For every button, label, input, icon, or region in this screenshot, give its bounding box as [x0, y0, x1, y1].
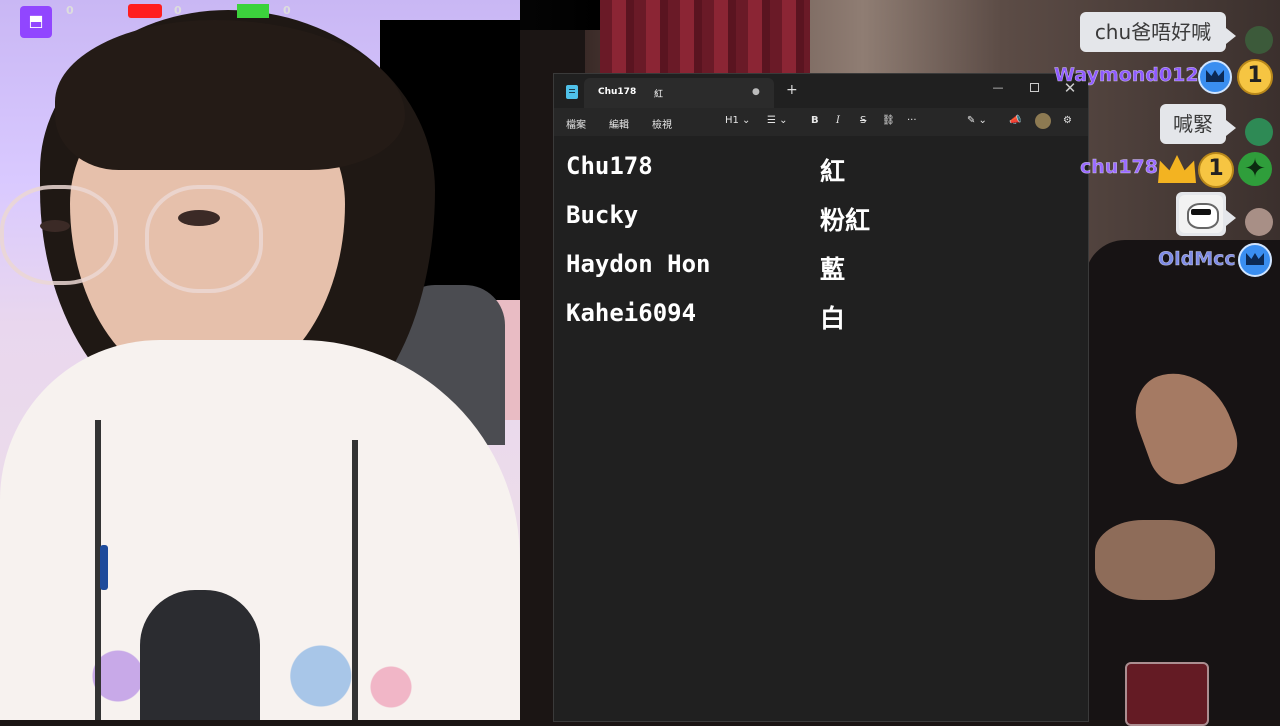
new-tab-button[interactable]: + [786, 83, 798, 97]
youtube-viewer-count: 0 [174, 4, 182, 17]
streamer-eye-right [178, 210, 220, 226]
tab-chu178[interactable]: Chu178 紅 ● [584, 78, 774, 108]
tab-label-secondary: 紅 [654, 90, 664, 100]
link-icon[interactable]: ⛓ [882, 115, 895, 126]
streamer-bangs [55, 20, 405, 170]
avatar [1245, 208, 1273, 236]
heading-dropdown[interactable]: H1 ⌄ [725, 115, 750, 126]
crown-badge-icon [1198, 60, 1232, 94]
menu-bar: 檔案 編輯 檢視 H1 ⌄ ☰ ⌄ B I S ⛓ ··· ✎ ⌄ 📣 ⚙ [554, 108, 1088, 136]
chat-username: chu178 [1080, 156, 1158, 179]
list-item: Chu178 紅 [566, 152, 1076, 192]
profile-avatar[interactable] [1035, 113, 1051, 129]
bubble-tail [1226, 28, 1236, 44]
menu-edit[interactable]: 編輯 [609, 116, 629, 131]
avatar [1245, 118, 1273, 146]
menu-file[interactable]: 檔案 [566, 116, 586, 131]
curtain [600, 0, 810, 75]
twitch-icon: ⬒ [20, 6, 52, 38]
youtube-icon [128, 4, 162, 18]
player-color: 紅 [820, 157, 846, 186]
chat-message-text: chu爸唔好喊 [1094, 20, 1212, 44]
glasses-left-lens [0, 185, 118, 285]
chat-message-bubble [1176, 192, 1226, 236]
microphone [140, 590, 260, 720]
star-badge-icon [1238, 152, 1272, 186]
player-color: 粉紅 [820, 206, 871, 235]
earphone-cable-right [352, 440, 358, 720]
player-name: Haydon Hon [566, 250, 711, 278]
list-item: Haydon Hon 藍 [566, 250, 1076, 290]
announcement-icon[interactable]: 📣 [1009, 115, 1021, 126]
strikethrough-button[interactable]: S [860, 115, 866, 126]
sunglasses-icon [1191, 209, 1211, 215]
player-name: Chu178 [566, 152, 653, 180]
kick-viewer-count: 0 [283, 4, 291, 17]
notepad-app-icon [566, 85, 578, 99]
list-item: Bucky 粉紅 [566, 201, 1076, 241]
player-name: Kahei6094 [566, 299, 697, 327]
guest-knee [1095, 520, 1215, 600]
rank-one-badge-icon: 1 [1237, 59, 1273, 95]
chat-message-text: 喊緊 [1173, 112, 1213, 136]
sticker-face [1187, 203, 1219, 229]
kick-icon [237, 4, 269, 18]
tab-label: Chu178 [598, 87, 637, 97]
streamer-eye-left [40, 220, 70, 232]
menu-view[interactable]: 檢視 [652, 116, 672, 131]
minimize-button[interactable]: — [984, 78, 1012, 98]
chat-username: OldMcc [1158, 248, 1236, 271]
text-editor[interactable]: Chu178 紅 Bucky 粉紅 Haydon Hon 藍 Kahei6094… [554, 136, 1088, 721]
bubble-tail [1226, 120, 1236, 136]
crown-badge-icon [1238, 243, 1272, 277]
rank-one-badge-icon: 1 [1198, 152, 1234, 188]
more-options-button[interactable]: ··· [907, 115, 917, 126]
player-color: 藍 [820, 255, 846, 284]
earphone-control [100, 545, 108, 590]
notepad-window: Chu178 紅 ● + — ✕ 檔案 編輯 檢視 H1 ⌄ ☰ ⌄ B I S… [553, 73, 1089, 722]
title-bar: Chu178 紅 ● + — ✕ [554, 74, 1088, 108]
glasses-right-lens [145, 185, 263, 293]
wine-glass [1125, 662, 1209, 726]
bubble-tail [1226, 210, 1236, 226]
twitch-viewer-count: 0 [66, 4, 74, 17]
copilot-dropdown[interactable]: ✎ ⌄ [967, 115, 987, 126]
sticker-image [1179, 195, 1223, 233]
chat-message-bubble: 喊緊 [1160, 104, 1226, 144]
settings-gear-icon[interactable]: ⚙ [1063, 115, 1072, 126]
list-item: Kahei6094 白 [566, 299, 1076, 339]
list-dropdown[interactable]: ☰ ⌄ [767, 115, 788, 126]
player-color: 白 [820, 304, 846, 333]
bold-button[interactable]: B [811, 115, 819, 126]
streamer-webcam [0, 0, 520, 720]
maximize-button[interactable] [1020, 78, 1048, 98]
player-name: Bucky [566, 201, 639, 229]
chat-message-bubble: chu爸唔好喊 [1080, 12, 1226, 52]
unsaved-indicator-icon[interactable]: ● [752, 87, 760, 97]
italic-button[interactable]: I [836, 115, 840, 126]
avatar [1245, 26, 1273, 54]
